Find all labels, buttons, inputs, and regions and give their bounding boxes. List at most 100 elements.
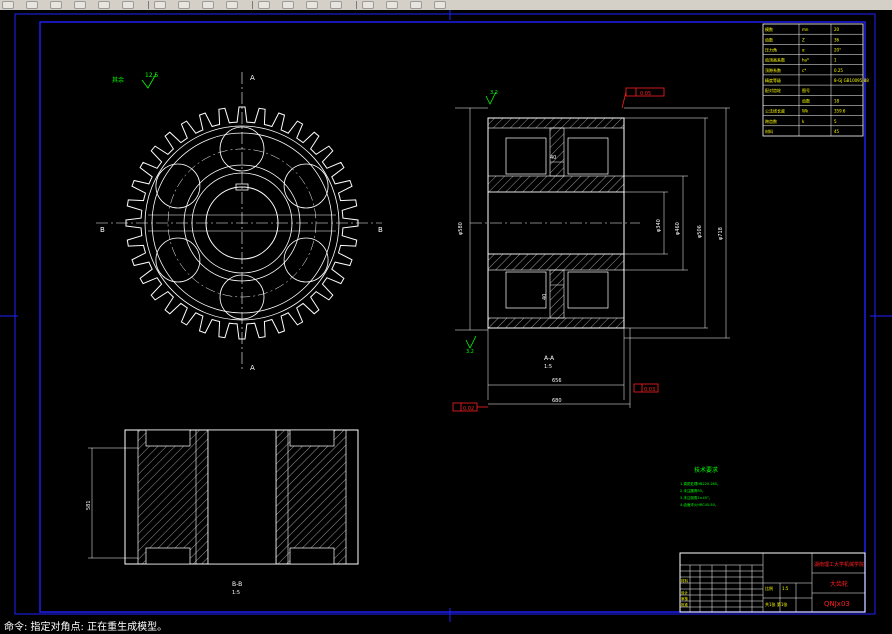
param-value: 8-GJ GB10095-88 bbox=[834, 78, 869, 83]
param-value: 359.6 bbox=[834, 109, 846, 114]
command-line[interactable]: 命令: 指定对角点: 正在重生成模型。 bbox=[0, 622, 892, 634]
open-icon[interactable] bbox=[26, 1, 38, 9]
section-a-a-label: A-A bbox=[544, 355, 555, 362]
param-value: 0.25 bbox=[834, 68, 843, 73]
sheet-label: 共1张 第1张 bbox=[765, 601, 787, 607]
param-symbol: 图号 bbox=[802, 87, 810, 93]
section-b-b-label: B-B bbox=[232, 581, 242, 588]
pan-icon[interactable] bbox=[154, 1, 166, 9]
web-hatch-bottom bbox=[549, 269, 565, 319]
param-symbol: c* bbox=[802, 68, 806, 73]
web-hole-top-right bbox=[567, 137, 609, 175]
toolbar-separator bbox=[252, 1, 253, 9]
tolerance-frame-mid: 0.03 bbox=[633, 383, 659, 393]
zoom-window-icon[interactable] bbox=[202, 1, 214, 9]
dim-d5: φ506 bbox=[697, 225, 703, 238]
drawing-number: QNJx03 bbox=[824, 600, 850, 608]
dim-d3: φ460 bbox=[675, 222, 681, 235]
dim-len1: 656 bbox=[552, 378, 562, 384]
roughness-value-top: 3.2 bbox=[490, 90, 498, 96]
dim-d1: φ580 bbox=[458, 222, 464, 235]
dim-d6: φ718 bbox=[718, 227, 724, 240]
param-symbol: ha* bbox=[802, 58, 809, 63]
checker-label: 审核 bbox=[681, 596, 689, 601]
toolbar-separator bbox=[148, 1, 149, 9]
undo-icon[interactable] bbox=[98, 1, 110, 9]
properties-icon[interactable] bbox=[258, 1, 270, 9]
print-icon[interactable] bbox=[74, 1, 86, 9]
param-name: 材料 bbox=[765, 128, 773, 134]
new-icon[interactable] bbox=[2, 1, 14, 9]
param-name: 压力角 bbox=[765, 47, 777, 53]
rim-hatch-bottom bbox=[487, 317, 625, 329]
param-value: 45 bbox=[834, 129, 840, 134]
param-symbol: k bbox=[802, 119, 805, 124]
dim-d2: φ340 bbox=[656, 219, 662, 232]
svg-text:0.02: 0.02 bbox=[463, 406, 474, 412]
dim-w2: 40 bbox=[542, 294, 548, 300]
designer-label: 设计 bbox=[681, 590, 689, 595]
bb-hatch-right bbox=[275, 429, 347, 565]
param-value: 36 bbox=[834, 37, 840, 42]
toolbar-separator bbox=[356, 1, 357, 9]
section-marker-b-left: B bbox=[100, 226, 105, 234]
section-b-b-view[interactable]: 581 B-B 1:5 bbox=[86, 429, 359, 596]
layer-icon[interactable] bbox=[362, 1, 374, 9]
gear-side-section-view[interactable]: φ580 φ340 φ460 φ506 φ718 40 40 656 680 0… bbox=[452, 87, 730, 412]
color-icon[interactable] bbox=[410, 1, 422, 9]
param-name: 齿数 bbox=[765, 36, 773, 42]
param-value: 20 bbox=[834, 27, 840, 32]
surface-finish-value: 12.5 bbox=[145, 72, 159, 79]
section-marker-b-right: B bbox=[378, 226, 383, 234]
web-hole-bottom-left bbox=[505, 271, 547, 309]
param-name: 跨齿数 bbox=[765, 118, 777, 124]
gear-parameter-table[interactable]: 模数 mn 20 齿数 Z 36 压力角 α 20° 齿顶高系数 ha* 1 顶隙系数 c* 0.25 精度等… bbox=[762, 23, 869, 137]
material-label: 材料 bbox=[681, 578, 689, 583]
school-name: 湖南理工大学机械学院 bbox=[814, 561, 864, 568]
hub-hatch-top bbox=[487, 175, 625, 193]
dim-len2: 680 bbox=[552, 398, 562, 404]
drawing-canvas[interactable]: A A B B 其余 12.5 φ580 φ340 φ460 φ506 φ718… bbox=[0, 10, 892, 622]
surface-finish-label: 其余 bbox=[112, 76, 124, 84]
web-hole bbox=[283, 163, 329, 209]
tech-req-line-2: 2.未注圆角R5。 bbox=[680, 488, 706, 493]
section-b-b-scale: 1:5 bbox=[232, 590, 240, 596]
redo-icon[interactable] bbox=[122, 1, 134, 9]
param-name: 模数 bbox=[765, 26, 773, 32]
approver-label: 批准 bbox=[681, 602, 689, 607]
design-center-icon[interactable] bbox=[282, 1, 294, 9]
hub-hatch-bottom bbox=[487, 253, 625, 271]
param-symbol: Wk bbox=[802, 109, 809, 114]
title-block[interactable]: 湖南理工大学机械学院 大齿轮 QNJx03 比例 1:5 共1张 第1张 材料 … bbox=[679, 552, 866, 613]
scale-value: 1:5 bbox=[782, 586, 789, 591]
tech-req-line-4: 4.齿面淬火HRC45-50。 bbox=[680, 502, 718, 507]
rim-hatch-top bbox=[487, 117, 625, 129]
layer-previous-icon[interactable] bbox=[386, 1, 398, 9]
roughness-value-bottom: 3.2 bbox=[466, 349, 474, 355]
bb-dim-height: 581 bbox=[86, 500, 92, 510]
tech-req-line-1: 1.调质处理HB220-260。 bbox=[680, 481, 721, 486]
param-name: 配对齿轮 bbox=[765, 87, 781, 93]
param-name: 顶隙系数 bbox=[765, 67, 781, 73]
section-a-a-scale: 1:5 bbox=[544, 364, 552, 370]
tech-req-title: 技术要求 bbox=[694, 466, 718, 474]
zoom-realtime-icon[interactable] bbox=[178, 1, 190, 9]
param-value: 20° bbox=[834, 48, 841, 53]
save-icon[interactable] bbox=[50, 1, 62, 9]
gear-front-view[interactable]: A A B B bbox=[96, 72, 383, 372]
bb-dimension bbox=[88, 447, 138, 559]
zoom-previous-icon[interactable] bbox=[226, 1, 238, 9]
tolerance-frame-left: 0.02 bbox=[452, 402, 488, 412]
param-name: 精度等级 bbox=[765, 77, 781, 83]
web-hole-top-left bbox=[505, 137, 547, 175]
svg-text:0.05: 0.05 bbox=[640, 91, 651, 97]
part-name: 大齿轮 bbox=[830, 580, 848, 588]
tool-palettes-icon[interactable] bbox=[306, 1, 318, 9]
param-symbol: α bbox=[802, 48, 805, 53]
text-icon[interactable] bbox=[330, 1, 342, 9]
technical-requirements: 技术要求 1.调质处理HB220-260。 2.未注圆角R5。 3.未注倒角2×… bbox=[680, 466, 721, 507]
svg-text:0.03: 0.03 bbox=[644, 387, 655, 393]
linetype-icon[interactable] bbox=[434, 1, 446, 9]
cad-drawing: A A B B 其余 12.5 φ580 φ340 φ460 φ506 φ718… bbox=[0, 10, 892, 622]
param-symbol: mn bbox=[802, 27, 809, 32]
